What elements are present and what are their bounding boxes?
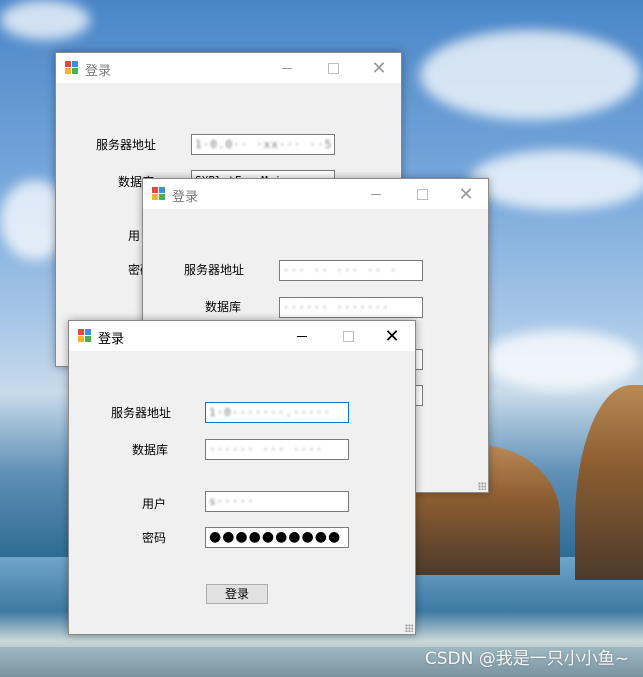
user-value: s·····: [209, 495, 255, 508]
minimize-button[interactable]: [264, 53, 310, 83]
minimize-button[interactable]: [279, 321, 325, 351]
database-input[interactable]: ······ ·······: [279, 297, 423, 318]
server-label: 服务器地址: [184, 263, 245, 277]
cloud: [480, 330, 640, 390]
close-button[interactable]: ✕: [443, 179, 489, 209]
window-title: 登录: [98, 332, 125, 347]
title-bar[interactable]: 登录 ✕: [69, 321, 415, 351]
server-input[interactable]: 1·0.0·· ·xx··· ··5: [191, 134, 335, 155]
database-label: 数据库: [205, 300, 242, 314]
close-button[interactable]: ✕: [369, 321, 415, 351]
server-value: 1·0·······.·····: [209, 406, 331, 419]
title-bar[interactable]: 登录 ✕: [143, 179, 488, 209]
window-title: 登录: [172, 190, 199, 205]
cloud: [0, 0, 90, 40]
server-input[interactable]: 1·0·······.·····: [205, 402, 349, 423]
title-bar[interactable]: 登录 ✕: [56, 53, 401, 83]
close-button[interactable]: ✕: [356, 53, 402, 83]
app-icon: [152, 187, 166, 201]
sea-stack-rock: [575, 385, 643, 580]
user-label: 用户: [142, 497, 167, 511]
cloud: [420, 30, 640, 120]
app-icon: [78, 329, 92, 343]
maximize-button[interactable]: [310, 53, 356, 83]
server-value: 1·0.0·· ·xx··· ··5: [195, 138, 333, 151]
cloud: [470, 150, 643, 210]
login-window-front[interactable]: 登录 ✕ 服务器地址 1·0·······.····· 数据库 ······ ·…: [68, 320, 416, 635]
database-input[interactable]: ······ ··· ····: [205, 439, 349, 460]
user-label: 用: [128, 229, 141, 243]
window-title: 登录: [85, 64, 112, 79]
server-label: 服务器地址: [111, 406, 172, 420]
server-value: ··· ·· ··· ·· ·: [283, 264, 398, 277]
user-input[interactable]: s·····: [205, 491, 349, 512]
csdn-watermark: CSDN @我是一只小小鱼~: [424, 649, 629, 669]
database-value: ······ ·······: [283, 301, 390, 314]
resize-grip[interactable]: [478, 482, 486, 490]
password-label: 密码: [142, 531, 167, 545]
password-value: ●●●●●●●●●●: [209, 529, 342, 545]
database-value: ······ ··· ····: [209, 443, 324, 456]
app-icon: [65, 61, 79, 75]
password-input[interactable]: ●●●●●●●●●●: [205, 527, 349, 548]
maximize-button[interactable]: [325, 321, 371, 351]
server-input[interactable]: ··· ·· ··· ·· ·: [279, 260, 423, 281]
minimize-button[interactable]: [353, 179, 399, 209]
server-label: 服务器地址: [96, 138, 157, 152]
login-button[interactable]: 登录: [206, 584, 268, 604]
database-label: 数据库: [132, 443, 169, 457]
resize-grip[interactable]: [405, 624, 413, 632]
maximize-button[interactable]: [399, 179, 445, 209]
